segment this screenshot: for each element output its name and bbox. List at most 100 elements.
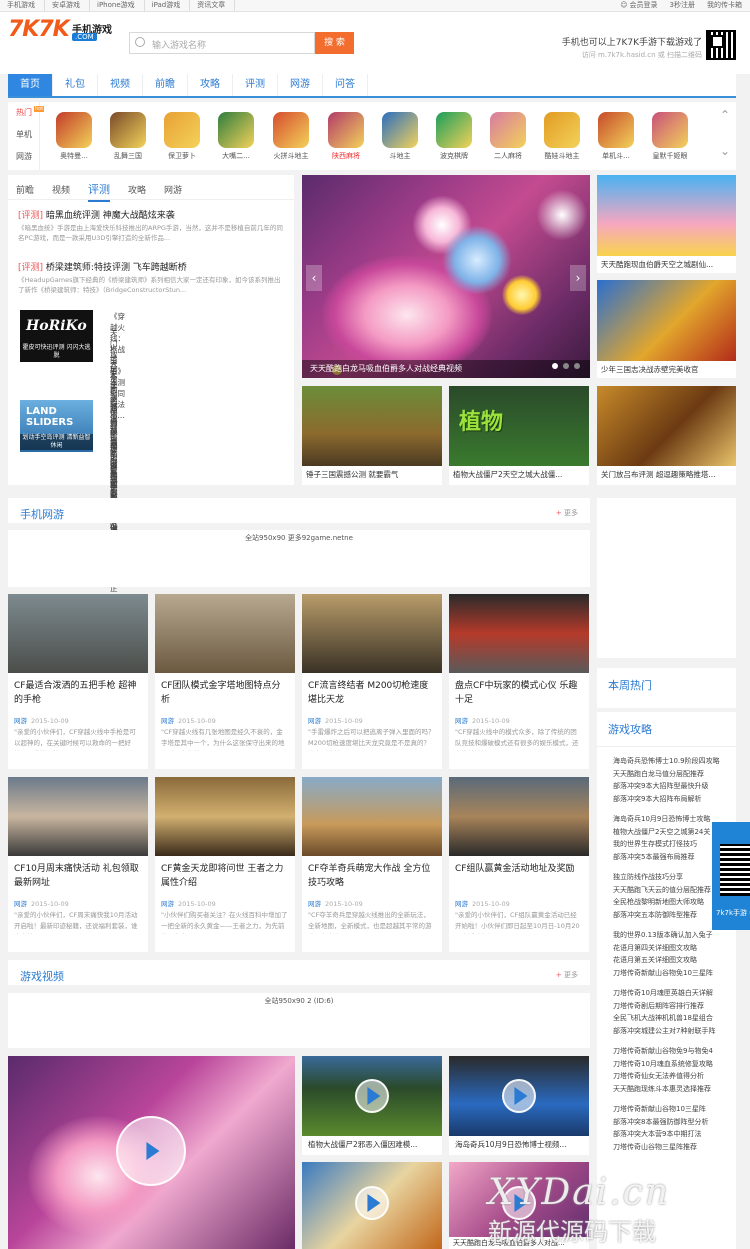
news-card[interactable]: CF黄金天龙即将问世 王者之力属性介绍 网游 2015-10-09 "小伙伴们购买者关…	[155, 777, 295, 952]
play-icon[interactable]	[355, 1079, 389, 1113]
guide-link[interactable]: 刀塔传奇仙女无法养值得分析	[613, 1070, 736, 1083]
more-link[interactable]: 更多	[556, 970, 578, 980]
hot-game-item[interactable]: 奥特曼...	[54, 112, 94, 161]
hot-game-item[interactable]: 单机斗...	[596, 112, 636, 161]
card-box-link[interactable]: 我的传卡箱	[707, 1, 742, 9]
guide-link[interactable]: 刀塔传奇新献山谷物10三星阵	[613, 1103, 736, 1116]
login-link[interactable]: 会员登录	[630, 1, 658, 9]
tab-guides[interactable]: 攻略	[128, 183, 146, 199]
hot-game-item[interactable]: 乱舞三国	[108, 112, 148, 161]
video-card[interactable]: 海岛奇兵10月9日恐怖博士视频...	[449, 1056, 589, 1155]
hero-carousel[interactable]: ‹ › 天天酷跑白龙马吸血伯爵多人对战经典视频	[302, 175, 590, 378]
video-card[interactable]: 植物大战僵尸2邪恶入僵因难模...	[302, 1056, 442, 1155]
news-tag[interactable]: 网游	[308, 717, 321, 725]
news-tag[interactable]: 网游	[308, 900, 321, 908]
hot-game-item[interactable]: 皇默千姬眼	[650, 112, 690, 161]
play-icon[interactable]	[502, 1079, 536, 1113]
guide-link[interactable]: 全民飞机大战神机机兽18星组合	[613, 1012, 736, 1025]
top-link-android[interactable]: 安卓游戏	[45, 0, 90, 12]
news-card[interactable]: CF团队模式金字塔地图特点分析 网游 2015-10-09 "CF穿越火线有几张地图是…	[155, 594, 295, 769]
site-logo[interactable]: 7K7K	[8, 17, 70, 42]
nav-guides[interactable]: 攻略	[188, 74, 233, 96]
guide-link[interactable]: 刀塔传奇山谷物三星阵推荐	[613, 1141, 736, 1154]
nav-reviews[interactable]: 评测	[233, 74, 278, 96]
guide-link[interactable]: 部落冲突城建公主对7种射联手阵	[613, 1025, 736, 1038]
hot-tab-single[interactable]: 单机	[8, 124, 39, 146]
video-card[interactable]	[302, 1162, 442, 1249]
tab-video[interactable]: 视频	[52, 183, 70, 199]
news-tag[interactable]: 网游	[14, 717, 27, 725]
carousel-dot[interactable]	[563, 363, 569, 369]
tab-preview[interactable]: 前瞻	[16, 183, 34, 199]
feature-card[interactable]: 关门放吕布评测 超逗趣策略推塔...	[597, 386, 736, 485]
top-link-iphone[interactable]: iPhone游戏	[90, 0, 145, 12]
nav-qa[interactable]: 问答	[323, 74, 368, 96]
top-link-mobile-games[interactable]: 手机游戏	[0, 0, 45, 12]
guide-link[interactable]: 刀塔传奇10月魂匣英雄白天详解	[613, 987, 736, 1000]
carousel-dot[interactable]	[574, 363, 580, 369]
tab-online[interactable]: 网游	[164, 183, 182, 199]
review-thumbnail[interactable]: LAND SLIDERS 划动手空岛评测 清新益智休闲	[20, 400, 93, 452]
hot-game-item[interactable]: 火拼斗地主	[271, 112, 311, 161]
hot-game-item[interactable]: 陕西麻将	[326, 112, 366, 161]
feature-card[interactable]: 少年三国志决战赤壁完美收官	[597, 280, 736, 378]
guide-link[interactable]: 刀塔传奇新献山谷物免10三星阵	[613, 967, 736, 980]
hot-game-item[interactable]: 保卫萝卜	[162, 112, 202, 161]
guide-link[interactable]: 刀塔传奇剧后期阵容排行推荐	[613, 1000, 736, 1013]
news-card[interactable]: CF流言终结者 M200切枪速度堪比天龙 网游 2015-10-09 "手雷爆炸之后可…	[302, 594, 442, 769]
guide-link[interactable]: 刀塔传奇新献山谷物免9与物免4	[613, 1045, 736, 1058]
guide-link[interactable]: 花语月第五关详细图文攻略	[613, 954, 736, 967]
hot-game-item[interactable]: 大嘴二...	[216, 112, 256, 161]
play-icon[interactable]	[116, 1116, 186, 1186]
news-tag[interactable]: 网游	[455, 900, 468, 908]
carousel-dot[interactable]	[552, 363, 558, 369]
floating-qr-panel[interactable]: 7k7k手游 扫码获取	[712, 822, 750, 930]
feature-card[interactable]: 天天酷跑现血伯爵天空之城剧仙...	[597, 175, 736, 273]
news-tag[interactable]: 网游	[455, 717, 468, 725]
news-card[interactable]: CF10月周末痛快活动 礼包领取最新网址 网游 2015-10-09 "亲爱的小伙伴们…	[8, 777, 148, 952]
nav-video[interactable]: 视频	[98, 74, 143, 96]
guide-link[interactable]: 我的世界0.13版本确认加入兔子	[613, 929, 736, 942]
carousel-prev-button[interactable]: ‹	[306, 265, 322, 291]
top-link-news[interactable]: 资讯文章	[190, 0, 236, 12]
top-link-ipad[interactable]: iPad游戏	[145, 0, 191, 12]
register-link[interactable]: 3秒注册	[670, 1, 695, 9]
hot-game-item[interactable]: 二人麻将	[488, 112, 528, 161]
news-card[interactable]: CF组队赢黄金活动地址及奖励 网游 2015-10-09 "亲爱的小伙伴们，CF组队赢…	[449, 777, 589, 952]
more-link[interactable]: 更多	[556, 508, 578, 518]
guide-link[interactable]: 部落冲突9本大招阵布局解析	[613, 793, 736, 806]
chevron-up-icon[interactable]: ⌃	[720, 108, 730, 122]
guide-link[interactable]: 天天酷跑现练斗本惠灵选择推荐	[613, 1083, 736, 1096]
hot-game-item[interactable]: 波克棋牌	[434, 112, 474, 161]
nav-gifts[interactable]: 礼包	[53, 74, 98, 96]
nav-preview[interactable]: 前瞻	[143, 74, 188, 96]
news-card[interactable]: CF夺羊奇兵萌宠大作战 全方位技巧攻略 网游 2015-10-09 "CF夺羊奇兵是穿…	[302, 777, 442, 952]
guide-link[interactable]: 部落冲突大本营9本中期打法	[613, 1128, 736, 1141]
search-input[interactable]: 输入游戏名称	[129, 32, 315, 54]
review-thumbnail[interactable]: HoRiKo 霍皮可快迅评测 闪闪大逃脱	[20, 310, 93, 362]
news-card[interactable]: 盘点CF中玩家的模式心仪 乐趣十足 网游 2015-10-09 "CF穿越火线中的模式…	[449, 594, 589, 769]
news-tag[interactable]: 网游	[161, 900, 174, 908]
guide-link[interactable]: 花语月第四关详细图文攻略	[613, 942, 736, 955]
article-title[interactable]: [评测] 暗黑血统评测 神魔大战酷炫来袭	[18, 208, 175, 221]
nav-online-games[interactable]: 网游	[278, 74, 323, 96]
article-title[interactable]: [评测] 桥梁建筑师:特技评测 飞车跨越断桥	[18, 260, 187, 273]
news-tag[interactable]: 网游	[14, 900, 27, 908]
search-button[interactable]: 搜 索	[315, 32, 354, 54]
feature-card[interactable]: 锤子三国震撼公测 就要霸气	[302, 386, 442, 485]
guide-link[interactable]: 海岛奇兵恐怖博士10.9阶段四攻略	[613, 755, 736, 768]
feature-card[interactable]: 植物 植物大战僵尸2天空之城大战僵...	[449, 386, 589, 485]
hot-tab-online[interactable]: 网游	[8, 146, 39, 168]
hot-game-item[interactable]: 酷娃斗地主	[542, 112, 582, 161]
play-icon[interactable]	[355, 1186, 389, 1220]
hot-game-item[interactable]: 斗地主	[380, 112, 420, 161]
nav-home[interactable]: 首页	[8, 74, 53, 96]
news-card[interactable]: CF最适合泼洒的五把手枪 超神的手枪 网游 2015-10-09 "亲爱的小伙伴们，C…	[8, 594, 148, 769]
guide-link[interactable]: 部落冲突9本大招阵型最快升级	[613, 780, 736, 793]
guide-link[interactable]: 部落冲突8本最强防御阵型分析	[613, 1116, 736, 1129]
guide-link[interactable]: 天天酷跑白龙马值分层配推荐	[613, 768, 736, 781]
guide-link[interactable]: 刀塔传奇10月魂血系统修复攻略	[613, 1058, 736, 1071]
carousel-next-button[interactable]: ›	[570, 265, 586, 291]
news-tag[interactable]: 网游	[161, 717, 174, 725]
video-card-large[interactable]	[8, 1056, 295, 1249]
